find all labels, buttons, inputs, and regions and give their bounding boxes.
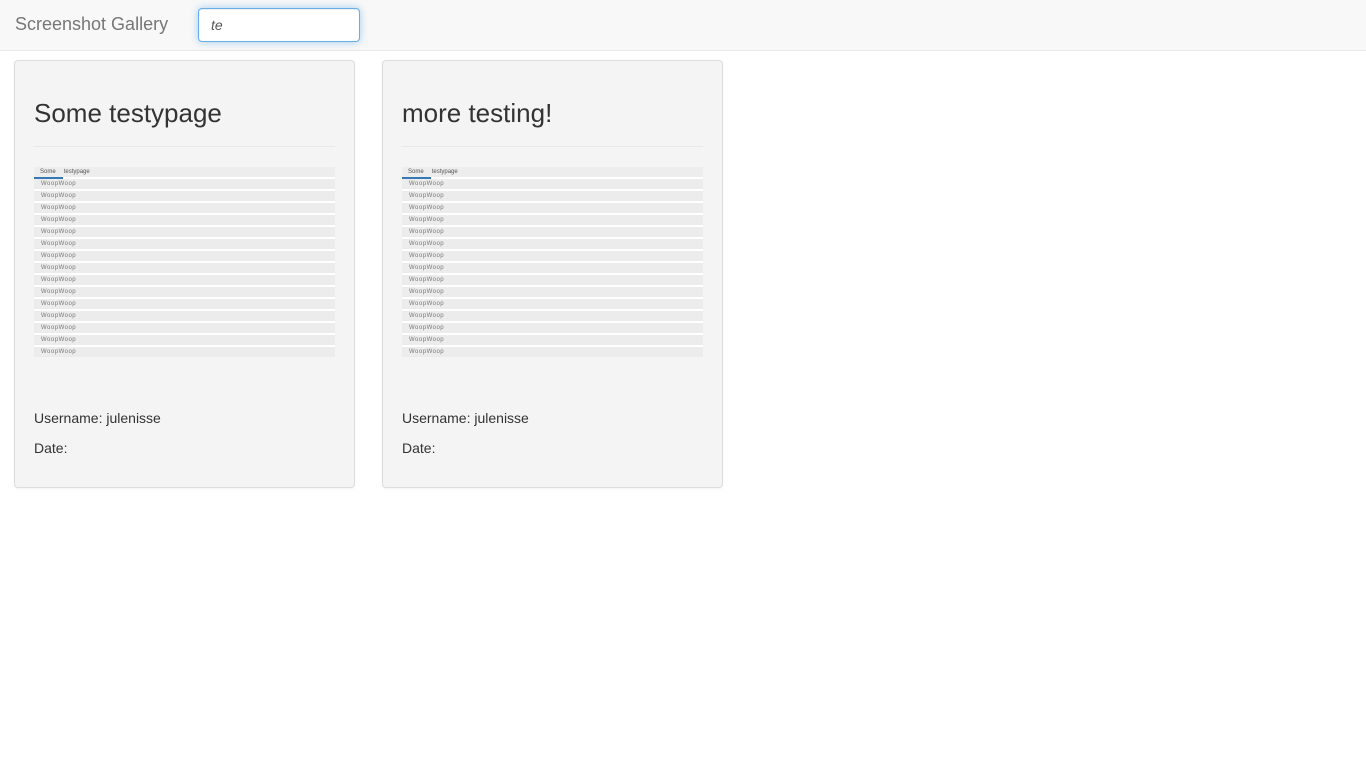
thumbnail-header: Some testypage bbox=[34, 167, 335, 179]
card-date: Date: bbox=[34, 438, 67, 458]
card-date: Date: bbox=[402, 438, 435, 458]
screenshot-thumbnail[interactable]: Some testypage WoopWoop WoopWoop WoopWoop Wo… bbox=[402, 167, 703, 357]
thumbnail-row: WoopWoop bbox=[34, 215, 335, 225]
thumbnail-row: WoopWoop bbox=[34, 335, 335, 345]
thumbnail-row: WoopWoop bbox=[402, 251, 703, 261]
thumbnail-row: WoopWoop bbox=[34, 203, 335, 213]
card-username: Username: julenisse bbox=[34, 408, 161, 428]
thumbnail-row: WoopWoop bbox=[34, 263, 335, 273]
thumbnail-tab-underline bbox=[34, 177, 63, 179]
gallery-card[interactable]: Some testypage Some testypage WoopWoop Woo… bbox=[14, 60, 355, 488]
thumbnail-row: WoopWoop bbox=[34, 299, 335, 309]
thumbnail-row: WoopWoop bbox=[34, 347, 335, 357]
date-label: Date: bbox=[402, 440, 436, 456]
thumbnail-row: WoopWoop bbox=[34, 227, 335, 237]
card-title: Some testypage bbox=[34, 98, 222, 128]
username-value: julenisse bbox=[106, 410, 161, 426]
thumbnail-row: WoopWoop bbox=[34, 239, 335, 249]
thumbnail-row: WoopWoop bbox=[34, 191, 335, 201]
thumbnail-header: Some testypage bbox=[402, 167, 703, 179]
thumbnail-row: WoopWoop bbox=[402, 239, 703, 249]
screenshot-thumbnail[interactable]: Some testypage WoopWoop WoopWoop WoopWoop Wo… bbox=[34, 167, 335, 357]
navbar: Screenshot Gallery bbox=[0, 0, 1366, 51]
thumbnail-row: WoopWoop bbox=[34, 311, 335, 321]
thumbnail-row: WoopWoop bbox=[402, 323, 703, 333]
thumbnail-row: WoopWoop bbox=[402, 275, 703, 285]
thumbnail-row: WoopWoop bbox=[402, 191, 703, 201]
thumbnail-row: WoopWoop bbox=[402, 335, 703, 345]
thumbnail-header-left: Some bbox=[40, 169, 56, 175]
brand-link[interactable]: Screenshot Gallery bbox=[15, 14, 168, 34]
date-label: Date: bbox=[34, 440, 68, 456]
thumbnail-row: WoopWoop bbox=[402, 299, 703, 309]
thumbnail-row: WoopWoop bbox=[402, 203, 703, 213]
thumbnail-header-right: testypage bbox=[63, 169, 90, 175]
card-divider bbox=[34, 146, 335, 147]
thumbnail-row: WoopWoop bbox=[402, 263, 703, 273]
card-divider bbox=[402, 146, 703, 147]
thumbnail-header-left: Some bbox=[408, 169, 424, 175]
thumbnail-row: WoopWoop bbox=[402, 347, 703, 357]
thumbnail-header-right: testypage bbox=[431, 169, 458, 175]
thumbnail-row: WoopWoop bbox=[402, 227, 703, 237]
thumbnail-row: WoopWoop bbox=[34, 287, 335, 297]
card-username: Username: julenisse bbox=[402, 408, 529, 428]
username-label: Username: bbox=[34, 410, 103, 426]
thumbnail-row: WoopWoop bbox=[402, 311, 703, 321]
thumbnail-row: WoopWoop bbox=[402, 287, 703, 297]
thumbnail-row: WoopWoop bbox=[402, 179, 703, 189]
thumbnail-row: WoopWoop bbox=[34, 323, 335, 333]
thumbnail-row: WoopWoop bbox=[34, 251, 335, 261]
search-input[interactable] bbox=[198, 8, 360, 42]
thumbnail-row: WoopWoop bbox=[34, 275, 335, 285]
thumbnail-tab-underline bbox=[402, 177, 431, 179]
thumbnail-row: WoopWoop bbox=[34, 179, 335, 189]
username-label: Username: bbox=[402, 410, 471, 426]
username-value: julenisse bbox=[474, 410, 529, 426]
gallery-card[interactable]: more testing! Some testypage WoopWoop Woop… bbox=[382, 60, 723, 488]
card-title: more testing! bbox=[402, 98, 553, 128]
thumbnail-row: WoopWoop bbox=[402, 215, 703, 225]
